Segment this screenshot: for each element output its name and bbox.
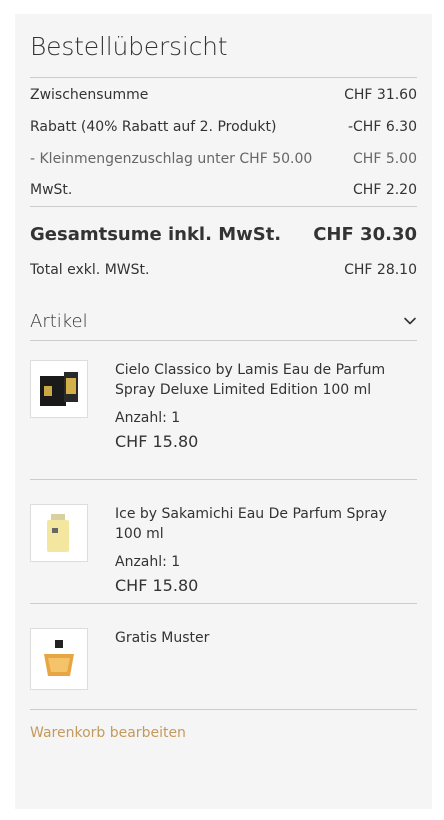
perfume-box-icon (40, 372, 78, 406)
cart-item: Cielo Classico by Lamis Eau de Parfum Sp… (30, 360, 417, 470)
product-quantity: Anzahl: 1 (115, 410, 181, 426)
product-name[interactable]: Gratis Muster (115, 628, 417, 648)
product-price: CHF 15.80 (115, 576, 199, 595)
product-image[interactable] (30, 504, 88, 562)
subtotal-row: Zwischensumme CHF 31.60 (30, 84, 417, 106)
items-section-label: Artikel (30, 310, 88, 332)
order-summary-panel: Bestellübersicht Zwischensumme CHF 31.60… (15, 14, 432, 809)
discount-value: -CHF 6.30 (347, 119, 417, 135)
vat-label: MwSt. (30, 182, 73, 198)
cart-item: Ice by Sakamichi Eau De Parfum Spray 100… (30, 504, 417, 595)
perfume-bottle-icon (47, 514, 69, 552)
chevron-down-icon (404, 317, 416, 325)
summary-title: Bestellübersicht (30, 32, 228, 61)
perfume-sample-icon (44, 640, 74, 676)
discount-label: Rabatt (40% Rabatt auf 2. Produkt) (30, 119, 277, 135)
items-section-toggle[interactable]: Artikel (30, 306, 417, 336)
small-quantity-surcharge-row: - Kleinmengenzuschlag unter CHF 50.00 CH… (30, 148, 417, 170)
excl-total-row: Total exkl. MWSt. CHF 28.10 (30, 259, 417, 281)
cart-item: Gratis Muster (30, 628, 417, 690)
grand-total-row: Gesamtsume inkl. MwSt. CHF 30.30 (30, 220, 417, 248)
divider (30, 77, 417, 78)
product-image[interactable] (30, 628, 88, 690)
divider (30, 603, 417, 604)
product-image[interactable] (30, 360, 88, 418)
vat-value: CHF 2.20 (353, 182, 417, 198)
edit-cart-link[interactable]: Warenkorb bearbeiten (30, 725, 186, 741)
product-name[interactable]: Cielo Classico by Lamis Eau de Parfum Sp… (115, 360, 417, 400)
divider (30, 709, 417, 710)
surcharge-label: - Kleinmengenzuschlag unter CHF 50.00 (30, 151, 313, 167)
grand-total-value: CHF 30.30 (313, 223, 417, 245)
product-quantity: Anzahl: 1 (115, 554, 181, 570)
divider (30, 206, 417, 207)
subtotal-value: CHF 31.60 (344, 87, 417, 103)
product-price: CHF 15.80 (115, 432, 199, 451)
grand-total-label: Gesamtsume inkl. MwSt. (30, 223, 282, 245)
vat-row: MwSt. CHF 2.20 (30, 179, 417, 201)
product-name[interactable]: Ice by Sakamichi Eau De Parfum Spray 100… (115, 504, 417, 544)
divider (30, 340, 417, 341)
discount-row: Rabatt (40% Rabatt auf 2. Produkt) -CHF … (30, 116, 417, 138)
excl-total-value: CHF 28.10 (344, 262, 417, 278)
divider (30, 479, 417, 480)
excl-total-label: Total exkl. MWSt. (30, 262, 150, 278)
subtotal-label: Zwischensumme (30, 87, 149, 103)
surcharge-value: CHF 5.00 (353, 151, 417, 167)
